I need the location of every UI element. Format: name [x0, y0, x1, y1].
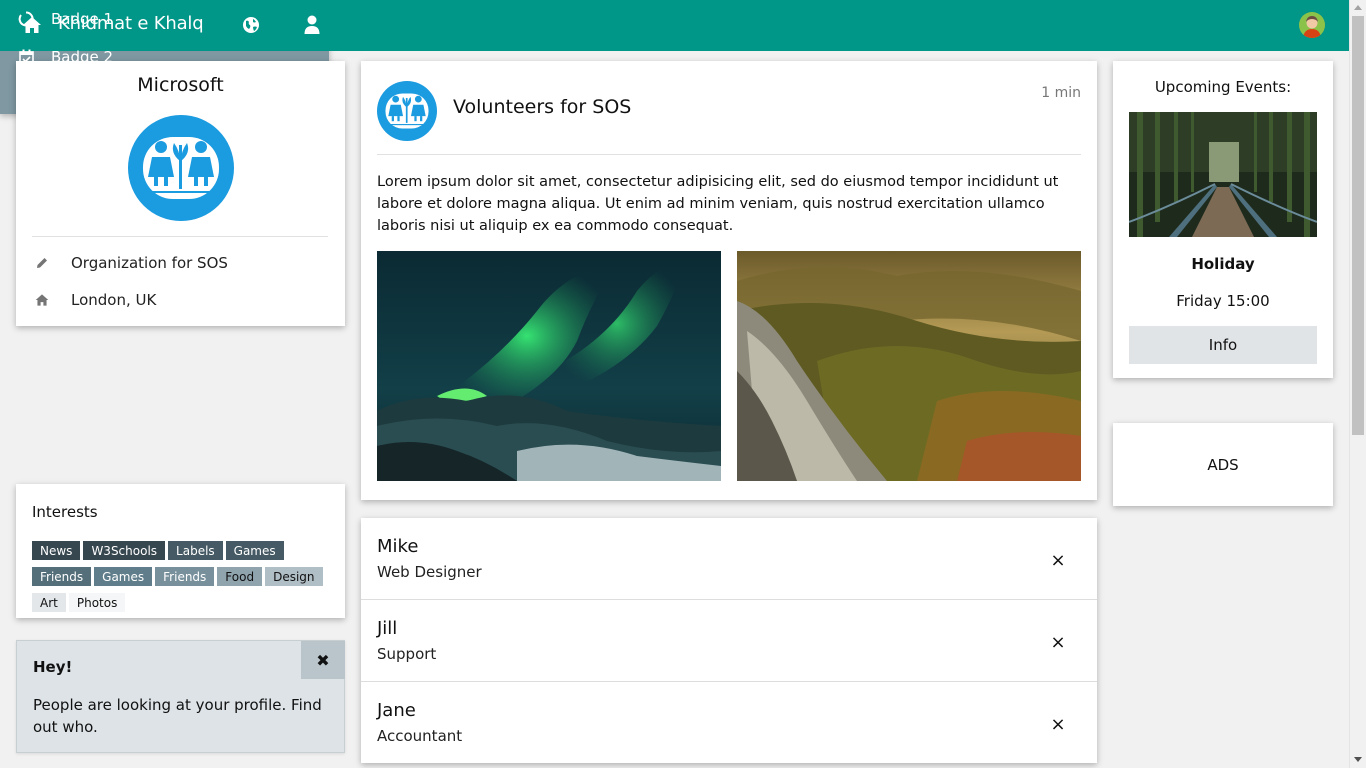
person-name: Jane	[377, 700, 416, 721]
person-name: Jill	[377, 618, 398, 639]
people-list: Mike Web Designer × Jill Support × Jane …	[361, 518, 1097, 763]
interests-card: Interests News W3Schools Labels GamesFriend…	[16, 484, 345, 618]
sos-logo	[128, 115, 234, 221]
person-role: Accountant	[377, 727, 463, 745]
interest-tag[interactable]: W3Schools	[83, 541, 166, 560]
ads-card: ADS	[1113, 423, 1333, 506]
interest-tag[interactable]: Games	[225, 541, 284, 560]
events-title: Upcoming Events:	[1154, 78, 1292, 96]
calendar-check-icon	[17, 48, 35, 66]
page-scrollbar[interactable]	[1349, 0, 1366, 768]
badge-item-1[interactable]: Badge 1	[0, 0, 1366, 38]
profile-org-row: Organization for SOS	[32, 252, 228, 274]
close-icon[interactable]: ×	[1045, 712, 1071, 736]
list-item: Jane Accountant ×	[361, 682, 1097, 764]
post-text: Lorem ipsum dolor sit amet, consectetur …	[377, 174, 1059, 234]
badge-label: Badge 3	[51, 86, 114, 104]
person-name: Mike	[377, 536, 419, 557]
upcoming-events-card: Upcoming Events: Holiday Friday 15:00 In…	[1113, 61, 1333, 378]
profile-location: London, UK	[71, 291, 157, 309]
interests-title: Interests	[32, 503, 98, 521]
badge-label: Badge 2	[51, 48, 114, 66]
alert-close-button[interactable]: ✖	[301, 641, 345, 679]
badges-panel: Badge 1 Badge 2 Badge 3	[0, 0, 329, 114]
interest-tag[interactable]: Friends	[155, 567, 215, 586]
event-time: Friday 15:00	[1176, 292, 1270, 310]
badge-label: Badge 1	[51, 10, 114, 28]
post-image-valley	[737, 251, 1081, 481]
interest-tag[interactable]: Games	[94, 567, 153, 586]
person-role: Support	[377, 645, 437, 663]
interest-tag[interactable]: Food	[217, 567, 263, 586]
event-info-button[interactable]: Info	[1129, 326, 1317, 364]
profile-divider	[32, 236, 328, 237]
post-card: Volunteers for SOS 1 min Lorem ipsum dol…	[361, 61, 1097, 500]
interest-tag[interactable]: Friends	[32, 567, 92, 586]
close-icon[interactable]: ×	[1045, 630, 1071, 654]
interest-tag[interactable]: Labels	[168, 541, 223, 560]
interest-tag[interactable]: Design	[265, 567, 323, 586]
profile-org: Organization for SOS	[71, 254, 228, 272]
post-image-aurora	[377, 251, 721, 481]
interest-tags: News W3Schools Labels GamesFriends Games Frie…	[32, 540, 332, 618]
ads-label: ADS	[1207, 455, 1239, 474]
list-item: Jill Support ×	[361, 600, 1097, 682]
circle-notch-icon	[17, 10, 35, 28]
interest-tag[interactable]: Art	[32, 593, 66, 612]
sos-logo	[377, 81, 437, 141]
event-image-bridge	[1129, 112, 1317, 237]
interest-tag[interactable]: News	[32, 541, 81, 560]
post-time: 1 min	[1041, 85, 1081, 101]
pencil-icon	[32, 255, 52, 271]
scroll-down-arrow-icon[interactable]	[1354, 757, 1362, 762]
close-icon[interactable]: ×	[1045, 548, 1071, 572]
post-title: Volunteers for SOS	[453, 96, 632, 118]
event-name: Holiday	[1191, 255, 1255, 273]
profile-alert: Hey! People are looking at your profile.…	[16, 640, 345, 753]
post-divider	[377, 154, 1081, 155]
alert-body: People are looking at your profile. Find…	[33, 696, 322, 736]
alert-title: Hey!	[33, 658, 73, 676]
list-item: Mike Web Designer ×	[361, 518, 1097, 600]
person-role: Web Designer	[377, 563, 482, 581]
profile-location-row: London, UK	[32, 289, 156, 311]
users-icon	[17, 86, 35, 104]
interest-tag[interactable]: Photos	[68, 593, 126, 612]
home-icon	[32, 292, 52, 308]
